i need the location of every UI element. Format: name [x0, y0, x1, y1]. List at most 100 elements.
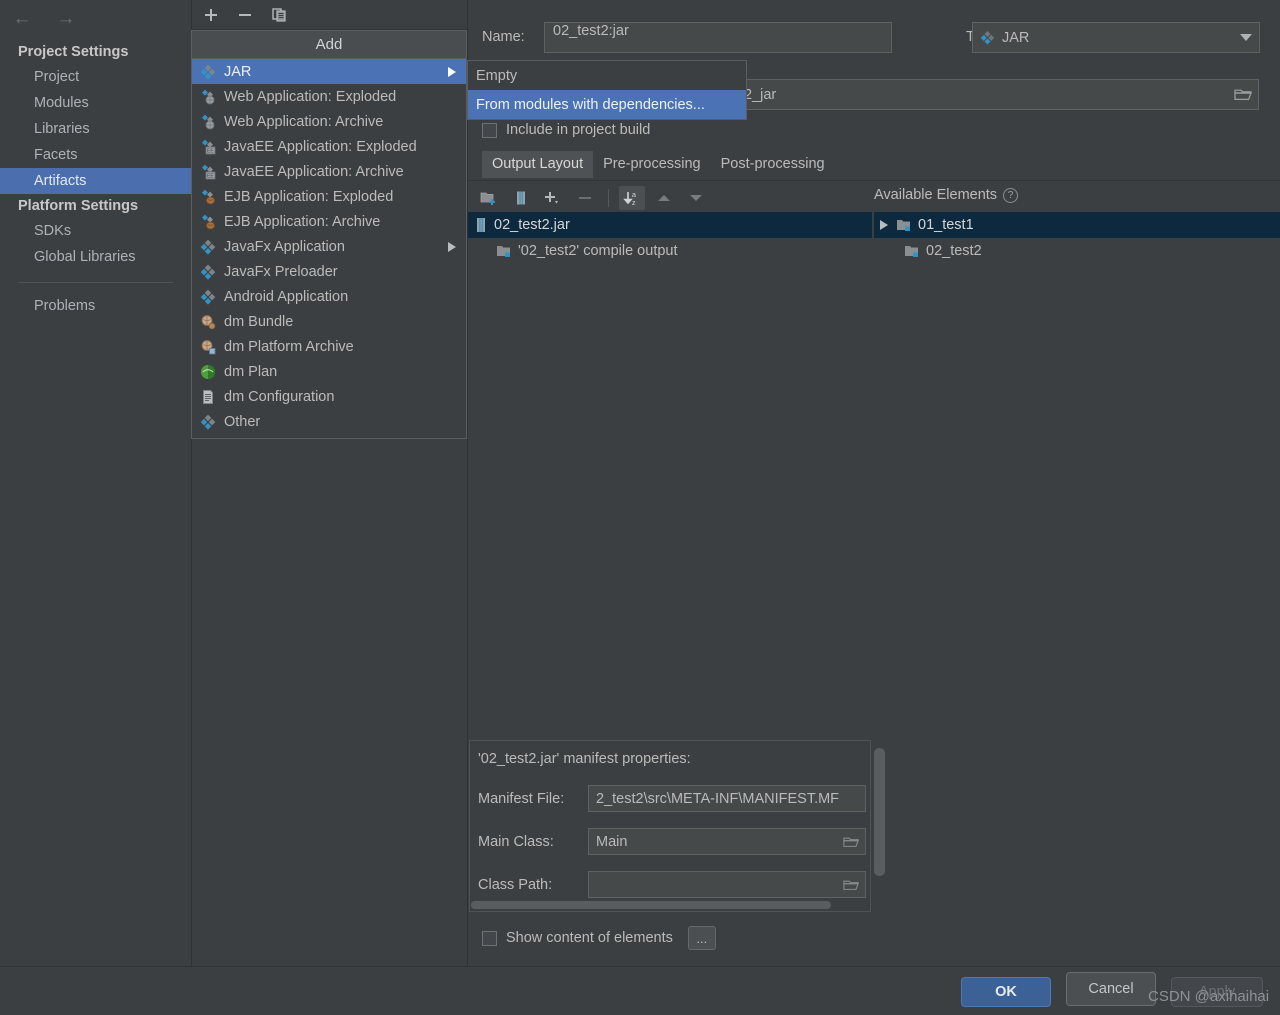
move-down-icon[interactable] [683, 186, 709, 210]
menu-item-ejb-application-exploded[interactable]: EJB Application: Exploded [192, 184, 466, 209]
menu-item-web-application-archive[interactable]: Web Application: Archive [192, 109, 466, 134]
add-element-icon[interactable] [540, 186, 566, 210]
tab-post-processing[interactable]: Post-processing [711, 151, 835, 178]
jar-icon [980, 30, 995, 45]
remove-element-icon[interactable] [572, 186, 598, 210]
menu-item-javafx-preloader[interactable]: JavaFx Preloader [192, 259, 466, 284]
show-content-label: Show content of elements [506, 930, 673, 946]
back-arrow-icon[interactable]: ← [8, 6, 36, 30]
chevron-right-icon [448, 241, 456, 252]
sidebar-item-problems[interactable]: Problems [0, 293, 191, 319]
menu-item-other[interactable]: Other [192, 409, 466, 434]
menu-item-label: JavaFx Application [224, 238, 345, 255]
expand-arrow-icon[interactable] [880, 220, 888, 230]
menu-item-javafx-application[interactable]: JavaFx Application [192, 234, 466, 259]
show-content-row: Show content of elements ... [482, 926, 716, 950]
submenu-item-from-modules-with-dependencies[interactable]: From modules with dependencies... [468, 90, 746, 119]
sort-az-icon[interactable]: a z [619, 186, 645, 210]
help-icon[interactable]: ? [1003, 187, 1019, 203]
class-path-input[interactable] [588, 871, 866, 898]
menu-item-dm-platform-archive[interactable]: dm Platform Archive [192, 334, 466, 359]
menu-item-label: Web Application: Exploded [224, 88, 397, 105]
new-folder-icon[interactable] [476, 186, 502, 210]
menu-item-label: JavaEE Application: Archive [224, 163, 404, 180]
tree-row-label: 02_test2 [926, 243, 982, 259]
tab-output-layout[interactable]: Output Layout [482, 151, 594, 178]
artifact-name-input[interactable]: 02_test2:jar [544, 22, 892, 53]
add-artifact-button[interactable] [198, 3, 224, 27]
menu-item-jar[interactable]: JAR [192, 59, 466, 84]
archive-icon [474, 217, 488, 233]
tree-row[interactable]: 01_test1 [874, 212, 1280, 238]
folder-browse-icon[interactable] [843, 878, 859, 896]
dialog-button-bar: OK Cancel Apply [0, 967, 1280, 1015]
menu-item-label: dm Platform Archive [224, 338, 354, 355]
manifest-file-label: Manifest File: [478, 790, 565, 807]
include-in-build-text: Include in project build [506, 122, 651, 138]
settings-sidebar: ← → Project Settings Project Modules Lib… [0, 0, 191, 966]
sidebar-item-artifacts[interactable]: Artifacts [0, 168, 191, 194]
cancel-button[interactable]: Cancel [1066, 972, 1156, 1006]
sidebar-list: Project Settings Project Modules Librari… [0, 40, 191, 319]
menu-item-web-application-exploded[interactable]: Web Application: Exploded [192, 84, 466, 109]
module-icon [896, 218, 912, 232]
remove-artifact-button[interactable] [232, 3, 258, 27]
details-tabs: Output Layout Pre-processing Post-proces… [482, 151, 835, 178]
javafx-preloader-icon [200, 264, 216, 280]
menu-item-dm-plan[interactable]: dm Plan [192, 359, 466, 384]
include-in-build-row[interactable]: Include in project build [482, 122, 650, 138]
copy-artifact-button[interactable] [266, 3, 292, 27]
menu-item-dm-bundle[interactable]: dm Bundle [192, 309, 466, 334]
sidebar-item-libraries[interactable]: Libraries [0, 116, 191, 142]
main-class-input[interactable]: Main [588, 828, 866, 855]
tree-row[interactable]: 02_test2.jar [468, 212, 872, 238]
sidebar-item-global-libraries[interactable]: Global Libraries [0, 244, 191, 270]
tree-row[interactable]: '02_test2' compile output [468, 238, 872, 264]
menu-item-javaee-application-archive[interactable]: EE JavaEE Application: Archive [192, 159, 466, 184]
menu-item-label: EJB Application: Archive [224, 213, 381, 230]
show-content-options-button[interactable]: ... [687, 926, 716, 950]
menu-item-dm-configuration[interactable]: dm Configuration [192, 384, 466, 409]
menu-item-ejb-application-archive[interactable]: EJB Application: Archive [192, 209, 466, 234]
available-elements-title: Available Elements [874, 187, 998, 203]
sidebar-item-sdks[interactable]: SDKs [0, 218, 191, 244]
include-in-build-checkbox[interactable] [482, 122, 497, 138]
tree-row[interactable]: 02_test2 [874, 238, 1280, 264]
sidebar-group-platform-settings: Platform Settings [18, 198, 139, 214]
folder-browse-icon[interactable] [843, 835, 859, 853]
output-layout-tree: 02_test2.jar '02_test2' compile output [468, 212, 872, 730]
javafx-icon [200, 239, 216, 255]
new-archive-icon[interactable] [508, 186, 534, 210]
ejb-archive-icon [200, 214, 216, 230]
sidebar-item-project[interactable]: Project [0, 64, 191, 90]
artifact-type-select[interactable]: JAR [972, 22, 1260, 53]
ok-button[interactable]: OK [961, 977, 1051, 1007]
menu-item-label: Web Application: Archive [224, 113, 384, 130]
move-up-icon[interactable] [651, 186, 677, 210]
show-content-checkbox[interactable] [482, 930, 497, 946]
menu-item-android-application[interactable]: Android Application [192, 284, 466, 309]
menu-bottom-padding [192, 434, 466, 438]
folder-browse-icon[interactable] [1234, 87, 1252, 102]
menu-item-label: dm Bundle [224, 313, 294, 330]
tabs-divider [468, 180, 1280, 181]
menu-item-label: JAR [224, 63, 252, 80]
submenu-item-empty[interactable]: Empty [468, 61, 746, 90]
manifest-file-input[interactable]: 2_test2\src\META-INF\MANIFEST.MF [588, 785, 866, 812]
main-class-value: Main [596, 833, 628, 850]
sidebar-item-modules[interactable]: Modules [0, 90, 191, 116]
forward-arrow-icon[interactable]: → [52, 6, 80, 30]
tree-row-label: 01_test1 [918, 217, 974, 233]
manifest-vertical-scrollbar[interactable] [874, 748, 885, 876]
tab-pre-processing[interactable]: Pre-processing [593, 151, 711, 178]
toolbar-separator [608, 189, 609, 207]
javaee-exploded-icon: EE [200, 139, 216, 155]
manifest-horizontal-scrollbar[interactable] [471, 901, 831, 909]
dm-bundle-icon [200, 314, 216, 330]
svg-text:z: z [632, 200, 636, 207]
menu-item-label: JavaEE Application: Exploded [224, 138, 417, 155]
sidebar-item-facets[interactable]: Facets [0, 142, 191, 168]
name-label: Name: [482, 29, 525, 45]
artifact-details-panel: Name: 02_test2:jar Type: JAR IdeaProject… [468, 0, 1280, 966]
menu-item-javaee-application-exploded[interactable]: EE JavaEE Application: Exploded [192, 134, 466, 159]
